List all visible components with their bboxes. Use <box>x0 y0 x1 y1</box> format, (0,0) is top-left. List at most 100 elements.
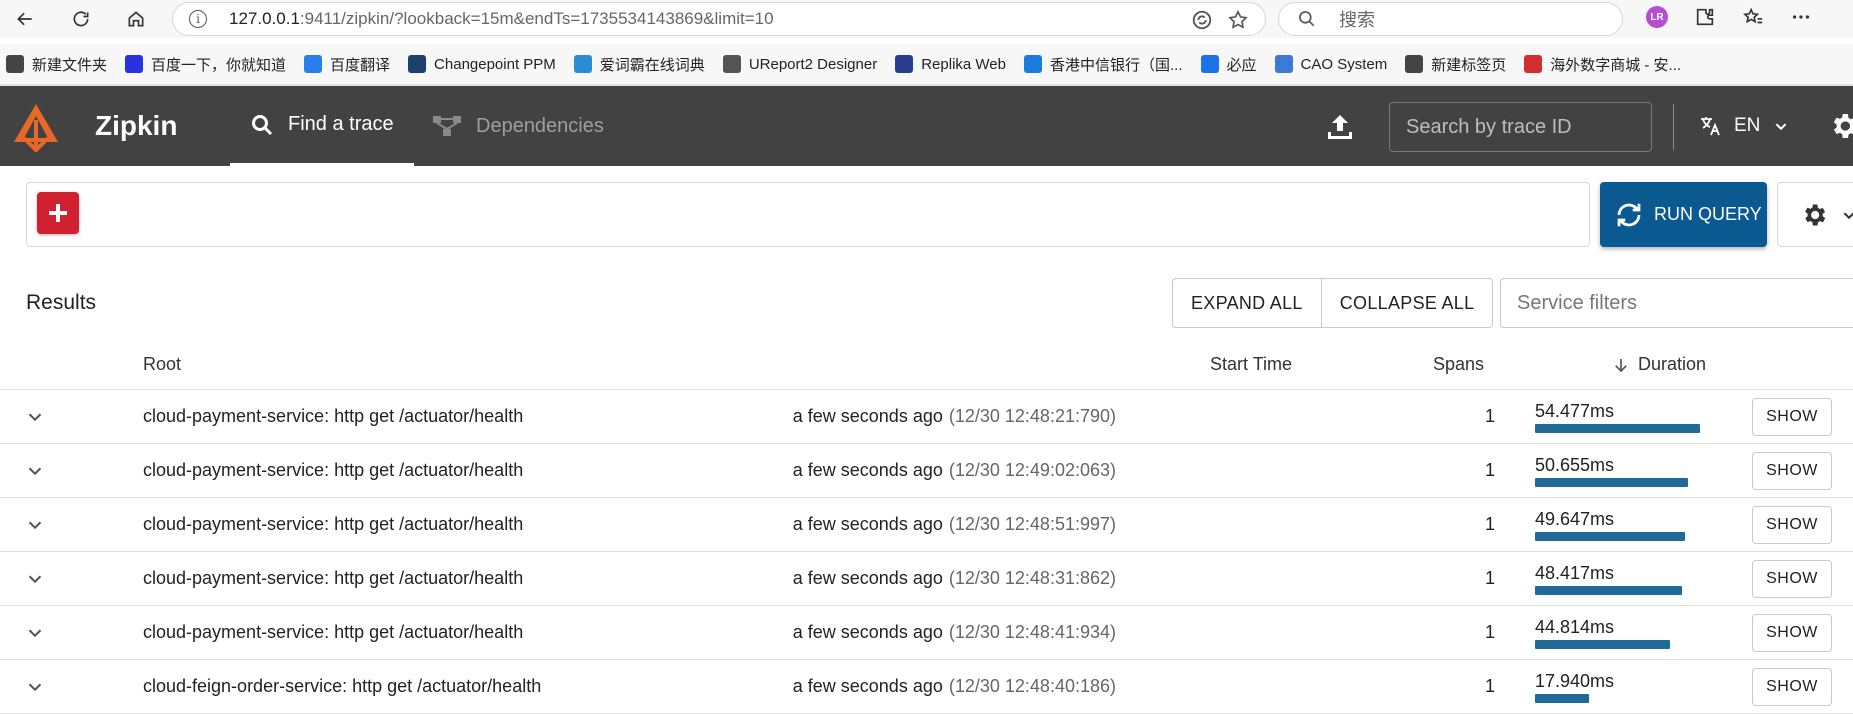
bookmark-label: Changepoint PPM <box>434 55 556 73</box>
expand-chevron-icon[interactable] <box>24 568 46 590</box>
show-trace-button[interactable]: SHOW <box>1752 398 1832 436</box>
relative-time: a few seconds ago <box>792 514 943 534</box>
trace-id-search-input[interactable]: Search by trace ID <box>1389 102 1652 152</box>
duration-bar <box>1535 424 1700 433</box>
bookmark-item[interactable]: 新建文件夹 <box>6 54 107 75</box>
show-trace-button[interactable]: SHOW <box>1752 668 1832 706</box>
trace-start-time: a few seconds ago (12/30 12:48:21:790) <box>793 406 1116 427</box>
trace-start-time: a few seconds ago (12/30 12:48:51:997) <box>793 514 1116 535</box>
translate-icon <box>1701 117 1720 136</box>
more-menu-icon[interactable] <box>1790 6 1812 28</box>
app-brand[interactable]: Zipkin <box>95 110 177 142</box>
refresh-page-icon[interactable] <box>1191 9 1213 31</box>
bookmark-item[interactable]: UReport2 Designer <box>722 55 878 73</box>
absolute-timestamp: (12/30 12:48:21:790) <box>948 406 1116 426</box>
show-trace-button[interactable]: SHOW <box>1752 506 1832 544</box>
service-filters-select[interactable]: Service filters <box>1500 278 1853 328</box>
expand-chevron-icon[interactable] <box>24 460 46 482</box>
duration-value: 49.647ms <box>1535 509 1615 529</box>
bookmark-item[interactable]: 必应 <box>1200 54 1257 75</box>
extensions-icon[interactable] <box>1694 6 1716 28</box>
absolute-timestamp: (12/30 12:48:40:186) <box>948 676 1116 696</box>
favorite-star-icon[interactable] <box>1227 9 1249 31</box>
duration-cell: 49.647ms <box>1535 509 1710 541</box>
expand-chevron-icon[interactable] <box>24 406 46 428</box>
trace-root-name: cloud-payment-service: http get /actuato… <box>143 460 524 480</box>
dependencies-icon <box>433 116 461 136</box>
results-heading: Results <box>26 291 97 314</box>
bookmark-item[interactable]: 新建标签页 <box>1405 54 1506 75</box>
bookmark-item[interactable]: 海外数字商城 - 安... <box>1524 54 1681 75</box>
column-header-start-time[interactable]: Start Time <box>1210 354 1292 375</box>
table-row[interactable]: cloud-payment-service: http get /actuato… <box>0 606 1853 660</box>
expand-collapse-group: EXPAND ALL COLLAPSE ALL <box>1172 278 1494 328</box>
query-criteria-bar[interactable] <box>26 182 1590 247</box>
gear-icon[interactable] <box>1828 110 1853 142</box>
expand-all-button[interactable]: EXPAND ALL <box>1173 279 1321 327</box>
plus-icon <box>49 204 67 222</box>
query-settings-button[interactable] <box>1777 182 1853 247</box>
column-header-duration[interactable]: Duration <box>1612 354 1706 375</box>
show-trace-button[interactable]: SHOW <box>1752 560 1832 598</box>
relative-time: a few seconds ago <box>792 460 943 480</box>
bookmark-label: 新建文件夹 <box>32 56 108 74</box>
zipkin-logo-icon[interactable] <box>10 100 62 152</box>
header-divider <box>1673 104 1674 150</box>
trace-start-time: a few seconds ago (12/30 12:48:41:934) <box>793 622 1116 643</box>
tab-find-a-trace[interactable]: Find a trace <box>230 86 414 166</box>
profile-avatar[interactable]: LR <box>1646 6 1668 28</box>
upload-icon[interactable] <box>1325 112 1355 142</box>
home-icon[interactable] <box>121 4 151 34</box>
browser-toolbar: i 127.0.0.1:9411/zipkin/?lookback=15m&en… <box>0 0 1853 38</box>
relative-time: a few seconds ago <box>792 568 943 588</box>
table-row[interactable]: cloud-payment-service: http get /actuato… <box>0 498 1853 552</box>
expand-chevron-icon[interactable] <box>24 514 46 536</box>
bookmark-item[interactable]: Changepoint PPM <box>408 55 556 73</box>
favorites-icon[interactable] <box>1742 6 1764 28</box>
url-host: 127.0.0.1 <box>229 9 300 28</box>
browser-search-box[interactable]: 搜索 <box>1278 2 1623 36</box>
language-selector[interactable]: EN <box>1698 114 1792 138</box>
bookmark-label: 百度翻译 <box>330 56 391 74</box>
column-header-spans[interactable]: Spans <box>1433 354 1484 375</box>
duration-cell: 54.477ms <box>1535 402 1710 433</box>
table-row[interactable]: cloud-payment-service: http get /actuato… <box>0 390 1853 444</box>
bookmark-label: 香港中信银行（国... <box>1049 56 1183 74</box>
run-query-button[interactable]: RUN QUERY <box>1600 182 1767 247</box>
tab-dependencies[interactable]: Dependencies <box>432 86 604 166</box>
bookmark-item[interactable]: CAO System <box>1274 55 1388 73</box>
reload-icon[interactable] <box>66 4 96 34</box>
expand-chevron-icon[interactable] <box>24 622 46 644</box>
bookmark-item[interactable]: 百度一下，你就知道 <box>125 54 286 75</box>
translate-icon <box>304 55 323 73</box>
trace-root-name: cloud-payment-service: http get /actuato… <box>143 622 524 642</box>
expand-chevron-icon[interactable] <box>24 676 46 698</box>
baidu-icon <box>125 55 144 73</box>
trace-root-name: cloud-payment-service: http get /actuato… <box>143 568 524 588</box>
span-count: 1 <box>1484 460 1495 480</box>
column-header-root[interactable]: Root <box>143 354 181 375</box>
show-trace-button[interactable]: SHOW <box>1752 452 1832 490</box>
chevron-down-icon <box>1843 211 1853 219</box>
bookmark-item[interactable]: Replika Web <box>895 55 1006 73</box>
address-bar[interactable]: i 127.0.0.1:9411/zipkin/?lookback=15m&en… <box>172 2 1266 36</box>
show-trace-button[interactable]: SHOW <box>1752 614 1832 652</box>
bookmark-label: CAO System <box>1300 55 1388 73</box>
bookmark-item[interactable]: 爱词霸在线词典 <box>573 54 705 75</box>
changepoint-icon <box>408 55 427 73</box>
bookmark-item[interactable]: 香港中信银行（国... <box>1023 54 1183 75</box>
add-criteria-button[interactable] <box>37 192 79 234</box>
search-icon <box>1299 11 1315 27</box>
browser-search-placeholder: 搜索 <box>1339 10 1375 30</box>
bookmark-item[interactable]: 百度翻译 <box>304 54 390 75</box>
table-row[interactable]: cloud-payment-service: http get /actuato… <box>0 552 1853 606</box>
back-icon[interactable] <box>10 4 40 34</box>
collapse-all-button[interactable]: COLLAPSE ALL <box>1320 279 1493 327</box>
bookmark-label: UReport2 Designer <box>748 55 878 73</box>
table-row[interactable]: cloud-payment-service: http get /actuato… <box>0 444 1853 498</box>
table-row[interactable]: cloud-feign-order-service: http get /act… <box>0 660 1853 714</box>
duration-bar <box>1535 694 1589 703</box>
site-info-icon[interactable]: i <box>189 10 207 28</box>
relative-time: a few seconds ago <box>792 406 943 426</box>
folder-icon <box>6 55 24 73</box>
